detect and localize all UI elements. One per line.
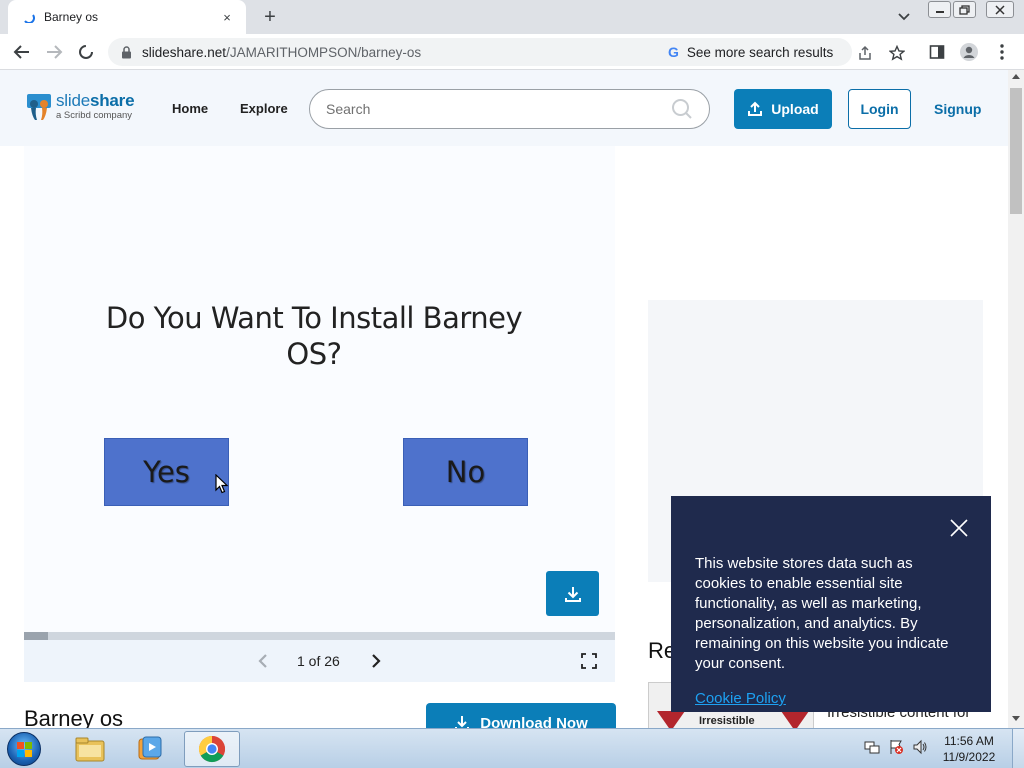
thumbnail-shape-right	[781, 711, 809, 728]
profile-avatar-icon[interactable]	[959, 42, 979, 62]
logo-word-slide: slide	[56, 91, 90, 110]
slide-viewer[interactable]: Do You Want To Install Barney OS? Yes No	[24, 146, 615, 632]
search-input[interactable]	[326, 101, 671, 117]
scroll-down-icon[interactable]	[1012, 716, 1020, 721]
restore-icon[interactable]	[953, 1, 976, 18]
windows-logo-red	[17, 742, 24, 749]
taskbar: 11:56 AM 11/9/2022	[0, 728, 1024, 768]
download-icon	[454, 715, 470, 728]
cookie-banner: This website stores data such as cookies…	[671, 496, 991, 712]
slideshare-logo-icon	[26, 92, 52, 122]
star-bookmark-icon[interactable]	[888, 44, 906, 62]
thumbnail-shape-left	[657, 711, 685, 728]
signup-link[interactable]: Signup	[934, 101, 981, 117]
url-text[interactable]: slideshare.net/JAMARITHOMPSON/barney-os	[142, 45, 421, 60]
cookie-policy-link[interactable]: Cookie Policy	[695, 690, 786, 707]
nav-explore[interactable]: Explore	[240, 101, 288, 116]
chevron-down-icon[interactable]	[894, 8, 914, 26]
clock-time: 11:56 AM	[944, 734, 994, 748]
cookie-message: This website stores data such as cookies…	[695, 555, 949, 672]
logo-word-share: share	[89, 91, 135, 110]
related-thumb-text: Irresistible	[699, 715, 755, 727]
page-counter: 1 of 26	[297, 653, 340, 669]
network-icon[interactable]	[864, 739, 880, 760]
upload-button[interactable]: Upload	[734, 89, 832, 129]
slide-pager: 1 of 26	[24, 640, 615, 682]
loading-icon	[22, 10, 36, 24]
slide-yes-button: Yes	[104, 438, 229, 506]
chrome-icon[interactable]	[184, 731, 240, 767]
windows-logo-icon	[7, 732, 41, 766]
slide-download-button[interactable]	[546, 571, 599, 616]
slide-title: Do You Want To Install Barney OS?	[105, 301, 523, 371]
download-now-button[interactable]: Download Now	[426, 703, 616, 728]
minimize-icon[interactable]	[928, 1, 951, 18]
scroll-up-icon[interactable]	[1012, 74, 1020, 79]
search-chip-label: See more search results	[686, 44, 834, 60]
action-center-icon[interactable]	[888, 739, 904, 760]
upload-label: Upload	[771, 101, 819, 117]
taskbar-clock[interactable]: 11:56 AM 11/9/2022	[936, 733, 1002, 765]
tab-strip: Barney os × +	[0, 0, 1024, 34]
start-button[interactable]	[4, 731, 44, 767]
tab-title: Barney os	[44, 10, 99, 24]
lock-icon[interactable]	[118, 44, 134, 60]
download-icon	[564, 586, 581, 602]
tab-close-icon[interactable]: ×	[218, 8, 236, 26]
windows-logo-yellow	[25, 750, 32, 757]
slide-no-button: No	[403, 438, 528, 506]
volume-icon[interactable]	[912, 739, 928, 760]
scrollbar-thumb[interactable]	[1010, 88, 1022, 214]
browser-tab[interactable]: Barney os ×	[8, 0, 246, 34]
logo-subtitle: a Scribd company	[56, 110, 133, 121]
url-host: slideshare.net	[142, 44, 227, 60]
slide-progress-bar[interactable]	[24, 632, 615, 640]
search-icon[interactable]	[671, 98, 693, 120]
media-player-icon[interactable]	[122, 731, 178, 767]
site-header: slideshare a Scribd company Home Explore…	[0, 70, 1008, 146]
show-desktop-button[interactable]	[1012, 729, 1024, 768]
address-bar[interactable]: slideshare.net/JAMARITHOMPSON/barney-os …	[108, 38, 905, 66]
fullscreen-icon[interactable]	[580, 652, 598, 670]
upload-icon	[747, 101, 763, 117]
slideshare-logo[interactable]: slideshare a Scribd company	[26, 91, 135, 122]
slide-progress-fill	[24, 632, 48, 640]
site-search-box	[309, 89, 710, 129]
search-results-chip[interactable]: G See more search results	[668, 41, 833, 63]
document-title: Barney os	[24, 706, 124, 728]
back-arrow-icon[interactable]	[10, 40, 34, 64]
new-tab-button[interactable]: +	[258, 6, 282, 28]
explorer-icon[interactable]	[62, 731, 118, 767]
download-now-label: Download Now	[480, 714, 588, 729]
next-slide-icon[interactable]	[367, 652, 385, 670]
windows-logo-green	[25, 742, 32, 749]
forward-arrow-icon[interactable]	[42, 40, 66, 64]
clock-date: 11/9/2022	[942, 750, 996, 764]
previous-slide-icon[interactable]	[254, 652, 272, 670]
browser-toolbar: slideshare.net/JAMARITHOMPSON/barney-os …	[0, 34, 1024, 70]
vertical-scrollbar[interactable]	[1008, 70, 1024, 728]
logo-wordmark: slideshare	[56, 91, 135, 110]
stop-loading-icon[interactable]	[74, 40, 98, 64]
close-icon[interactable]	[949, 518, 969, 538]
google-icon: G	[668, 44, 679, 60]
kebab-menu-icon[interactable]	[992, 42, 1012, 62]
close-window-icon[interactable]	[986, 1, 1014, 18]
nav-home[interactable]: Home	[172, 101, 208, 116]
login-button[interactable]: Login	[848, 89, 911, 129]
system-tray	[864, 739, 928, 759]
url-path: /JAMARITHOMPSON/barney-os	[226, 44, 422, 60]
windows-logo-blue	[17, 750, 24, 757]
side-panel-icon[interactable]	[927, 42, 947, 62]
mouse-cursor-icon	[215, 473, 229, 494]
share-icon[interactable]	[856, 44, 874, 62]
